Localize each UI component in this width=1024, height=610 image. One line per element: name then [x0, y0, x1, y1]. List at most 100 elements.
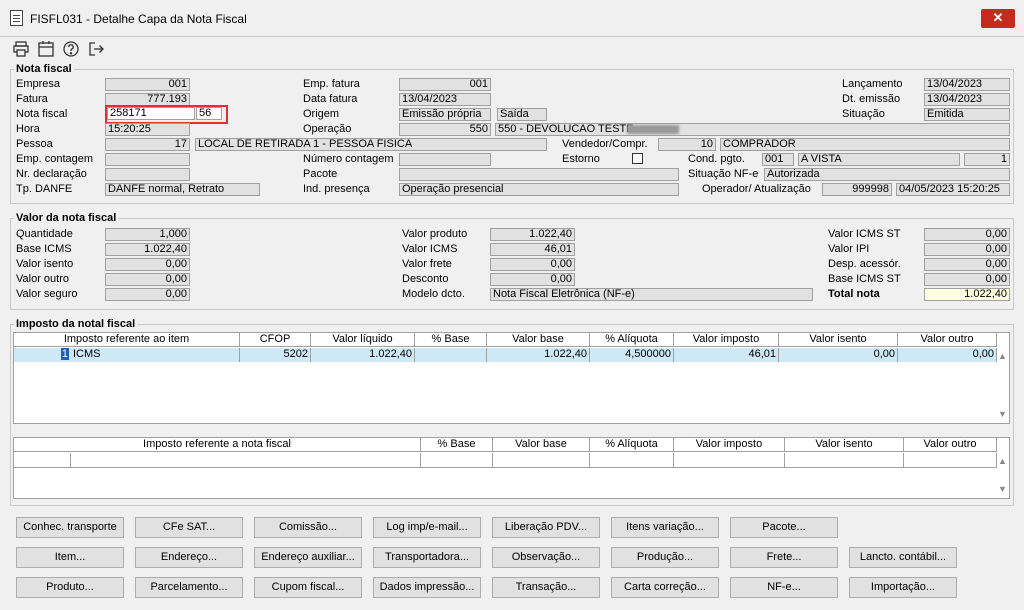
col-imposto-item[interactable]: Imposto referente ao item	[14, 333, 240, 347]
origem-field[interactable]: Emissão própria	[399, 108, 491, 121]
importacao-button[interactable]: Importação...	[849, 577, 957, 598]
itens-variacao-button[interactable]: Itens variação...	[611, 517, 719, 538]
conhec-transporte-button[interactable]: Conhec. transporte	[16, 517, 124, 538]
observacao-button[interactable]: Observação...	[492, 547, 600, 568]
operacao-desc-field[interactable]: 550 - DEVOLUCAO TESTE	[495, 123, 1010, 136]
pacote-button[interactable]: Pacote...	[730, 517, 838, 538]
situacao-field[interactable]: Emitida	[924, 108, 1010, 121]
desp-acessor-field[interactable]: 0,00	[924, 258, 1010, 271]
modelo-field[interactable]: Nota Fiscal Eletrônica (NF-e)	[490, 288, 813, 301]
total-nota-field[interactable]: 1.022,40	[924, 288, 1010, 301]
comissao-button[interactable]: Comissão...	[254, 517, 362, 538]
cond-pgto-desc-field[interactable]: A VISTA	[798, 153, 960, 166]
nota-field[interactable]: 258171	[107, 107, 195, 120]
col-base[interactable]: % Base	[415, 333, 487, 347]
cond-pgto-code-field[interactable]: 001	[762, 153, 794, 166]
print-icon[interactable]	[12, 40, 30, 58]
col-nota-valor-isento[interactable]: Valor isento	[785, 438, 904, 452]
operador-field[interactable]: 999998	[822, 183, 892, 196]
situacao-label: Situação	[842, 108, 885, 120]
cond-pgto-qty-field[interactable]: 1	[964, 153, 1010, 166]
item-button[interactable]: Item...	[16, 547, 124, 568]
emp-fatura-field[interactable]: 001	[399, 78, 491, 91]
base-icms-st-field[interactable]: 0,00	[924, 273, 1010, 286]
transacao-button[interactable]: Transação...	[492, 577, 600, 598]
valor-seguro-field[interactable]: 0,00	[105, 288, 190, 301]
col-nota-valor-outro[interactable]: Valor outro	[904, 438, 997, 452]
col-nota-valor-base[interactable]: Valor base	[493, 438, 590, 452]
frete-button[interactable]: Frete...	[730, 547, 838, 568]
cfe-sat-button[interactable]: CFe SAT...	[135, 517, 243, 538]
calendar-icon[interactable]	[37, 40, 55, 58]
emp-contagem-field[interactable]	[105, 153, 190, 166]
endereco-auxiliar-button[interactable]: Endereço auxiliar...	[254, 547, 362, 568]
tipo-field[interactable]: Saída	[497, 108, 547, 121]
tp-danfe-field[interactable]: DANFE normal, Retrato	[105, 183, 260, 196]
base-icms-field[interactable]: 1.022,40	[105, 243, 190, 256]
nfe-button[interactable]: NF-e...	[730, 577, 838, 598]
cell-valor-isento: 0,00	[779, 348, 898, 362]
scroll-up-icon[interactable]: ▲	[998, 456, 1007, 466]
valor-icms-st-field[interactable]: 0,00	[924, 228, 1010, 241]
lancto-contabil-button[interactable]: Lancto. contábil...	[849, 547, 957, 568]
valor-icms-field[interactable]: 46,01	[490, 243, 575, 256]
hora-field[interactable]: 15:20:25	[105, 123, 190, 136]
scroll-down-icon[interactable]: ▼	[998, 409, 1007, 419]
col-nota-valor-imposto[interactable]: Valor imposto	[674, 438, 785, 452]
scroll-up-icon[interactable]: ▲	[998, 351, 1007, 361]
valor-frete-field[interactable]: 0,00	[490, 258, 575, 271]
valor-produto-field[interactable]: 1.022,40	[490, 228, 575, 241]
empty-cell	[14, 453, 71, 467]
parcelamento-button[interactable]: Parcelamento...	[135, 577, 243, 598]
help-icon[interactable]	[62, 40, 80, 58]
col-valor-base[interactable]: Valor base	[487, 333, 590, 347]
pessoa-name-field[interactable]: LOCAL DE RETIRADA 1 - PESSOA FISICA	[195, 138, 547, 151]
transportadora-button[interactable]: Transportadora...	[373, 547, 481, 568]
lancamento-field[interactable]: 13/04/2023	[924, 78, 1010, 91]
nr-declaracao-field[interactable]	[105, 168, 190, 181]
valor-outro-field[interactable]: 0,00	[105, 273, 190, 286]
liberacao-pdv-button[interactable]: Liberação PDV...	[492, 517, 600, 538]
pessoa-code-field[interactable]: 17	[105, 138, 190, 151]
quantidade-field[interactable]: 1,000	[105, 228, 190, 241]
col-imposto-nota[interactable]: Imposto referente a nota fiscal	[14, 438, 421, 452]
situacao-nfe-field[interactable]: Autorizada	[764, 168, 1010, 181]
empresa-field[interactable]: 001	[105, 78, 190, 91]
table-row[interactable]	[14, 453, 997, 468]
item-tax-grid[interactable]: Imposto referente ao item CFOP Valor líq…	[13, 332, 1010, 424]
dados-impressao-button[interactable]: Dados impressão...	[373, 577, 481, 598]
col-valor-liquido[interactable]: Valor líquido	[311, 333, 415, 347]
table-row[interactable]: 1 ICMS 5202 1.022,40 1.022,40 4,500000 4…	[14, 348, 997, 362]
numero-contagem-field[interactable]	[399, 153, 491, 166]
col-aliquota[interactable]: % Alíquota	[590, 333, 674, 347]
col-valor-imposto[interactable]: Valor imposto	[674, 333, 779, 347]
col-cfop[interactable]: CFOP	[240, 333, 311, 347]
desconto-field[interactable]: 0,00	[490, 273, 575, 286]
scroll-down-icon[interactable]: ▼	[998, 484, 1007, 494]
endereco-button[interactable]: Endereço...	[135, 547, 243, 568]
cupom-fiscal-button[interactable]: Cupom fiscal...	[254, 577, 362, 598]
col-valor-outro[interactable]: Valor outro	[898, 333, 997, 347]
valor-isento-field[interactable]: 0,00	[105, 258, 190, 271]
exit-icon[interactable]	[87, 40, 105, 58]
serie-field[interactable]: 56	[196, 107, 222, 120]
ind-presenca-field[interactable]: Operação presencial	[399, 183, 679, 196]
vendedor-code-field[interactable]: 10	[658, 138, 716, 151]
producao-button[interactable]: Produção...	[611, 547, 719, 568]
pacote-field[interactable]	[399, 168, 679, 181]
estorno-checkbox[interactable]	[632, 153, 643, 164]
close-button[interactable]: ✕	[981, 9, 1015, 28]
nota-tax-grid[interactable]: Imposto referente a nota fiscal % Base V…	[13, 437, 1010, 499]
data-fatura-field[interactable]: 13/04/2023	[399, 93, 491, 106]
dt-emissao-field[interactable]: 13/04/2023	[924, 93, 1010, 106]
valor-ipi-field[interactable]: 0,00	[924, 243, 1010, 256]
operacao-code-field[interactable]: 550	[399, 123, 491, 136]
vendedor-name-field[interactable]: COMPRADOR	[720, 138, 1010, 151]
atualizacao-field[interactable]: 04/05/2023 15:20:25	[896, 183, 1010, 196]
col-valor-isento[interactable]: Valor isento	[779, 333, 898, 347]
carta-correcao-button[interactable]: Carta correção...	[611, 577, 719, 598]
produto-button[interactable]: Produto...	[16, 577, 124, 598]
col-nota-aliquota[interactable]: % Alíquota	[590, 438, 674, 452]
log-imp-email-button[interactable]: Log imp/e-mail...	[373, 517, 481, 538]
col-nota-base[interactable]: % Base	[421, 438, 493, 452]
